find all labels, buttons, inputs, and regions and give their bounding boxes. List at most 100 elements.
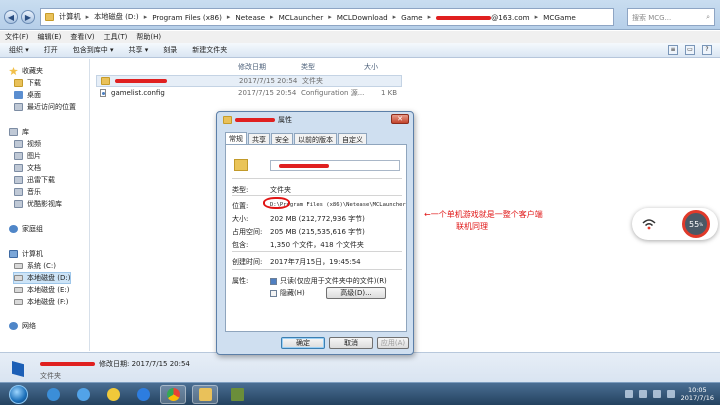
breadcrumb-netease[interactable]: Netease xyxy=(235,13,265,22)
network-icon xyxy=(9,322,18,330)
taskbar-chrome-alt[interactable] xyxy=(70,385,96,404)
redacted-folder-name xyxy=(40,362,95,366)
nav-drive-e[interactable]: 本地磁盘 (E:) xyxy=(14,285,69,295)
file-date: 2017/7/15 20:54 xyxy=(239,77,298,85)
tray-icon[interactable] xyxy=(638,390,647,398)
taskbar-explorer[interactable] xyxy=(192,385,218,404)
star-icon xyxy=(9,67,18,75)
organize-button[interactable]: 组织 ▾ xyxy=(9,45,29,55)
breadcrumb-account[interactable]: @163.com xyxy=(436,13,530,22)
nav-drive-c[interactable]: 系统 (C:) xyxy=(14,261,56,271)
view-options-icon[interactable]: ≡ xyxy=(668,45,678,55)
file-row-gamelist[interactable]: gamelist.config 2017/7/15 20:54 Configur… xyxy=(96,87,402,99)
apply-button[interactable]: 应用(A) xyxy=(377,337,409,349)
column-type[interactable]: 类型 xyxy=(301,62,315,72)
volume-icon[interactable] xyxy=(666,390,675,398)
advanced-button[interactable]: 高级(D)... xyxy=(326,287,386,299)
usage-gauge: 55% xyxy=(682,210,710,238)
menu-file[interactable]: 文件(F) xyxy=(5,32,29,42)
nav-favorites[interactable]: 收藏夹 xyxy=(9,66,43,76)
search-placeholder: 搜索 MCG... xyxy=(632,14,672,22)
menu-help[interactable]: 帮助(H) xyxy=(136,32,161,42)
burn-button[interactable]: 刻录 xyxy=(163,45,177,55)
folder-name-field[interactable] xyxy=(270,160,400,171)
breadcrumb-d-drive[interactable]: 本地磁盘 (D:) xyxy=(94,12,139,22)
column-size[interactable]: 大小 xyxy=(364,62,378,72)
back-icon[interactable]: ◀ xyxy=(4,10,18,24)
speed-widget[interactable]: 55% xyxy=(632,208,718,240)
network-tray-icon[interactable] xyxy=(652,390,661,398)
clock[interactable]: 10:05 2017/7/16 xyxy=(681,386,714,402)
address-input[interactable]: 计算机 ▸ 本地磁盘 (D:) ▸ Program Files (x86) ▸ Net… xyxy=(40,8,614,26)
tab-security[interactable]: 安全 xyxy=(271,133,293,144)
music-icon xyxy=(14,188,23,196)
preview-pane-icon[interactable]: ▭ xyxy=(685,45,695,55)
attributes-label: 属性: xyxy=(232,277,249,285)
close-button[interactable]: ✕ xyxy=(391,114,409,124)
tray-icon[interactable] xyxy=(624,390,633,398)
nav-youku[interactable]: 优酷影视库 xyxy=(14,199,62,209)
taskbar-qq[interactable] xyxy=(100,385,126,404)
breadcrumb-mcldownload[interactable]: MCLDownload xyxy=(337,13,388,22)
column-date[interactable]: 修改日期 xyxy=(238,62,266,72)
taskbar-ie[interactable] xyxy=(40,385,66,404)
nav-thunder[interactable]: 迅雷下载 xyxy=(14,175,55,185)
folder-icon xyxy=(223,116,232,124)
include-library-button[interactable]: 包含到库中 ▾ xyxy=(73,45,114,55)
menu-edit[interactable]: 编辑(E) xyxy=(38,32,62,42)
hidden-checkbox[interactable]: 隐藏(H) xyxy=(270,288,305,298)
tab-general[interactable]: 常规 xyxy=(225,132,247,144)
tab-previous-versions[interactable]: 以前的版本 xyxy=(294,133,337,144)
taskbar-baidu[interactable] xyxy=(130,385,156,404)
breadcrumb-computer[interactable]: 计算机 xyxy=(59,12,81,22)
new-folder-button[interactable]: 新建文件夹 xyxy=(192,45,227,55)
taskbar-chrome[interactable] xyxy=(160,385,186,404)
nav-downloads[interactable]: 下载 xyxy=(14,78,41,88)
details-pane: 修改日期: 2017/7/15 20:54 文件夹 xyxy=(0,352,720,382)
nav-pictures[interactable]: 图片 xyxy=(14,151,41,161)
open-button[interactable]: 打开 xyxy=(44,45,58,55)
nav-drive-d[interactable]: 本地磁盘 (D:) xyxy=(12,272,72,284)
menu-view[interactable]: 查看(V) xyxy=(70,32,94,42)
nav-drive-f[interactable]: 本地磁盘 (F:) xyxy=(14,297,69,307)
nav-homegroup[interactable]: 家庭组 xyxy=(9,224,43,234)
homegroup-icon xyxy=(9,225,18,233)
folder-icon xyxy=(45,13,54,21)
redacted-folder-name xyxy=(235,118,275,122)
breadcrumb-program-files[interactable]: Program Files (x86) xyxy=(152,13,222,22)
nav-network[interactable]: 网络 xyxy=(9,321,36,331)
nav-music[interactable]: 音乐 xyxy=(14,187,41,197)
picture-icon xyxy=(14,152,23,160)
disk-size-label: 占用空间: xyxy=(232,228,263,236)
recent-places-icon xyxy=(14,103,23,111)
ok-button[interactable]: 确定 xyxy=(281,337,325,349)
file-row-folder[interactable]: 2017/7/15 20:54 文件夹 xyxy=(96,75,402,87)
share-button[interactable]: 共享 ▾ xyxy=(129,45,149,55)
tab-customize[interactable]: 自定义 xyxy=(338,133,367,144)
breadcrumb-game[interactable]: Game xyxy=(401,13,422,22)
breadcrumb-mclauncher[interactable]: MCLauncher xyxy=(279,13,324,22)
location-label: 位置: xyxy=(232,202,249,210)
file-type: 文件夹 xyxy=(302,77,323,85)
search-input[interactable]: 搜索 MCG... ⌕ xyxy=(627,8,715,26)
nav-computer[interactable]: 计算机 xyxy=(9,249,43,259)
taskbar-minecraft[interactable] xyxy=(224,385,250,404)
start-button[interactable] xyxy=(9,385,28,404)
help-icon[interactable]: ? xyxy=(702,45,712,55)
breadcrumb-mcgame[interactable]: MCGame xyxy=(543,13,576,22)
nav-libraries[interactable]: 库 xyxy=(9,127,29,137)
cancel-button[interactable]: 取消 xyxy=(329,337,373,349)
disk-size-value: 205 MB (215,535,616 字节) xyxy=(270,228,365,236)
nav-videos[interactable]: 视频 xyxy=(14,139,41,149)
folder-icon xyxy=(234,159,248,171)
contains-label: 包含: xyxy=(232,241,249,249)
system-tray: 10:05 2017/7/16 xyxy=(624,386,714,402)
readonly-checkbox[interactable]: 只读(仅应用于文件夹中的文件)(R) xyxy=(270,276,387,286)
nav-desktop[interactable]: 桌面 xyxy=(14,90,41,100)
menu-tools[interactable]: 工具(T) xyxy=(104,32,128,42)
nav-documents[interactable]: 文档 xyxy=(14,163,41,173)
cloud-icon xyxy=(136,388,150,401)
nav-recent[interactable]: 最近访问的位置 xyxy=(14,102,76,112)
tab-sharing[interactable]: 共享 xyxy=(248,133,270,144)
forward-icon[interactable]: ▶ xyxy=(21,10,35,24)
